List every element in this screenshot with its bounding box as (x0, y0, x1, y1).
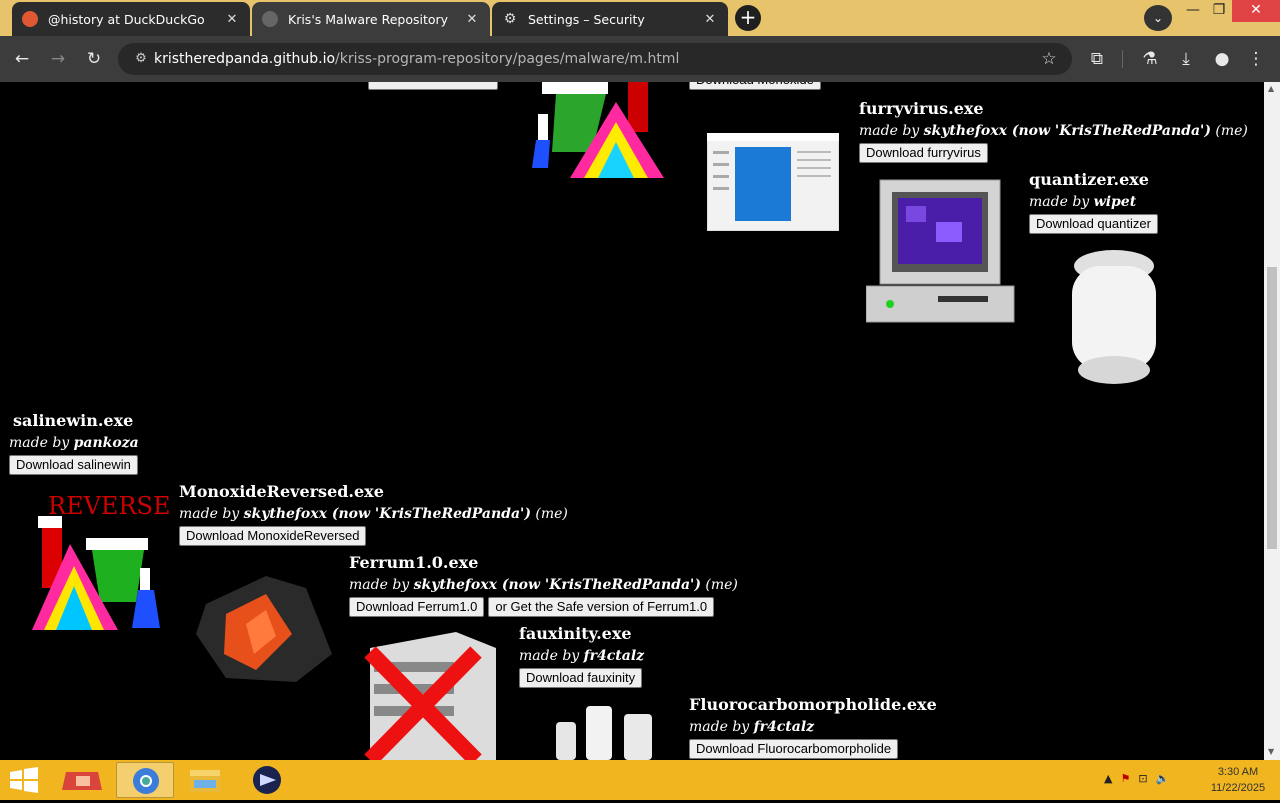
close-icon[interactable]: ✕ (702, 12, 718, 27)
forward-icon[interactable]: → (45, 46, 71, 72)
file-explorer-icon[interactable] (176, 762, 234, 798)
server-red-x-image (364, 632, 496, 760)
restore-button[interactable]: ❐ (1202, 0, 1236, 22)
download-furryvirus-button[interactable]: Download furryvirus (859, 143, 988, 163)
extensions-icon[interactable]: ⧉ (1084, 46, 1110, 72)
old-computer-image (866, 179, 1015, 323)
scroll-up-arrow-icon[interactable]: ▲ (1268, 84, 1274, 93)
entry-fluorocarbomorpholide: Fluorocarbomorpholide.exe made by fr4cta… (689, 694, 937, 759)
action-center-flag-icon[interactable]: ⚑ (1120, 772, 1130, 785)
media-icon[interactable] (238, 762, 296, 798)
clock-date: 11/22/2025 (1210, 782, 1266, 794)
entry-salinewin: salinewin.exe made by pankoza Download s… (9, 410, 139, 475)
tab-settings-security[interactable]: ⚙ Settings – Security ✕ (492, 2, 728, 36)
monoxide-flask-image (532, 82, 664, 178)
download-fluorocarbomorpholide-button[interactable]: Download Fluorocarbomorpholide (689, 739, 899, 759)
tab-title: Kris's Malware Repository (288, 11, 449, 27)
malware-name: fauxinity.exe (519, 624, 632, 643)
url-domain: kristheredpanda.github.io (154, 51, 336, 67)
volume-muted-icon[interactable]: 🔈 (1156, 772, 1170, 785)
system-tray: ▲ ⚑ ⊡ 🔈 (1104, 772, 1169, 785)
back-icon[interactable]: ← (9, 46, 35, 72)
taskbar: ▲ ⚑ ⊡ 🔈 3:30 AM 11/22/2025 (0, 760, 1280, 800)
malware-name: Fluorocarbomorpholide.exe (689, 695, 937, 714)
entry-ferrum: Ferrum1.0.exe made by skythefoxx (now 'K… (349, 552, 738, 617)
download-fauxinity-button[interactable]: Download fauxinity (519, 668, 643, 688)
furryvirus-window-image (707, 133, 839, 231)
entry-monoxidereversed: MonoxideReversed.exe made by skythefoxx … (179, 481, 568, 546)
author-line: made by skythefoxx (now 'KrisTheRedPanda… (859, 123, 1248, 139)
bookmark-star-icon[interactable]: ☆ (1036, 46, 1062, 72)
entry-fauxinity: fauxinity.exe made by fr4ctalz Download … (519, 623, 644, 688)
download-ferrum-button[interactable]: Download Ferrum1.0 (349, 597, 485, 617)
reload-icon[interactable]: ↻ (81, 46, 107, 72)
cut-off-download-button[interactable] (368, 82, 498, 90)
tab-malware-repository[interactable]: Kris's Malware Repository ✕ (252, 2, 490, 36)
windows-start-icon[interactable] (8, 766, 40, 794)
labs-flask-icon[interactable]: ⚗ (1137, 46, 1163, 72)
scroll-down-arrow-icon[interactable]: ▼ (1268, 747, 1274, 756)
malware-name: MonoxideReversed.exe (179, 482, 384, 501)
salt-shaker-image (1072, 250, 1156, 384)
malware-name: furryvirus.exe (859, 99, 984, 118)
toolbar-divider (1122, 50, 1123, 68)
tab-strip: @history at DuckDuckGo ✕ Kris's Malware … (0, 0, 1280, 36)
menu-icon[interactable]: ⋮ (1243, 46, 1269, 72)
page-scrollbar[interactable]: ▲ ▼ (1264, 82, 1280, 760)
address-bar[interactable]: ⚙ kristheredpanda.github.io/kriss-progra… (118, 43, 1072, 75)
site-info-icon[interactable]: ⚙ (128, 46, 154, 72)
monoxide-reversed-image: REVERSED (32, 492, 172, 630)
lab-flasks-image (556, 706, 652, 760)
tab-title: Settings – Security (528, 11, 645, 27)
profile-icon[interactable]: ● (1209, 46, 1235, 72)
entry-quantizer: quantizer.exe made by wipet Download qua… (1029, 169, 1158, 234)
entry-furryvirus: furryvirus.exe made by skythefoxx (now '… (859, 98, 1248, 163)
gear-icon: ⚙ (503, 11, 517, 27)
url-path: /kriss-program-repository/pages/malware/… (335, 51, 680, 67)
chrome-icon[interactable] (116, 762, 174, 798)
taskbar-clock[interactable]: 3:30 AM 11/22/2025 (1200, 764, 1276, 796)
author-line: made by pankoza (9, 435, 139, 451)
author-line: made by skythefoxx (now 'KrisTheRedPanda… (179, 506, 568, 522)
download-salinewin-button[interactable]: Download salinewin (9, 455, 138, 475)
url-text[interactable]: kristheredpanda.github.io/kriss-program-… (154, 43, 679, 75)
app-icon[interactable] (54, 762, 112, 798)
download-quantizer-button[interactable]: Download quantizer (1029, 214, 1158, 234)
reversed-logo-text: REVERSED (48, 492, 172, 520)
page-content: Download Monoxide furryvirus.exe made by… (0, 82, 1280, 760)
author-line: made by skythefoxx (now 'KrisTheRedPanda… (349, 577, 738, 593)
scroll-thumb[interactable] (1267, 267, 1277, 549)
download-monoxide-button[interactable]: Download Monoxide (689, 82, 821, 90)
author-line: made by wipet (1029, 194, 1137, 210)
safe-ferrum-button[interactable]: or Get the Safe version of Ferrum1.0 (488, 597, 715, 617)
close-window-button[interactable]: ✕ (1232, 0, 1280, 22)
duckduckgo-icon (22, 11, 38, 27)
download-monoxidereversed-button[interactable]: Download MonoxideReversed (179, 526, 367, 546)
tab-search-button[interactable]: ⌄ (1144, 5, 1172, 31)
malware-name: salinewin.exe (13, 411, 134, 430)
tab-duckduckgo[interactable]: @history at DuckDuckGo ✕ (12, 2, 250, 36)
globe-icon (262, 11, 278, 27)
tab-title: @history at DuckDuckGo (48, 11, 205, 27)
malware-name: Ferrum1.0.exe (349, 553, 479, 572)
download-icon[interactable]: ⤓ (1173, 46, 1199, 72)
malware-name: quantizer.exe (1029, 170, 1149, 189)
close-icon[interactable]: ✕ (464, 12, 480, 27)
network-icon[interactable]: ⊡ (1138, 772, 1147, 785)
show-hidden-icons-icon[interactable]: ▲ (1104, 772, 1112, 785)
new-tab-button[interactable]: + (735, 5, 761, 31)
author-line: made by fr4ctalz (689, 719, 815, 735)
author-line: made by fr4ctalz (519, 648, 645, 664)
ferrum-metal-image (196, 576, 332, 682)
clock-time: 3:30 AM (1217, 766, 1259, 778)
close-icon[interactable]: ✕ (224, 12, 240, 27)
browser-toolbar: ← → ↻ ⚙ kristheredpanda.github.io/kriss-… (0, 36, 1280, 82)
